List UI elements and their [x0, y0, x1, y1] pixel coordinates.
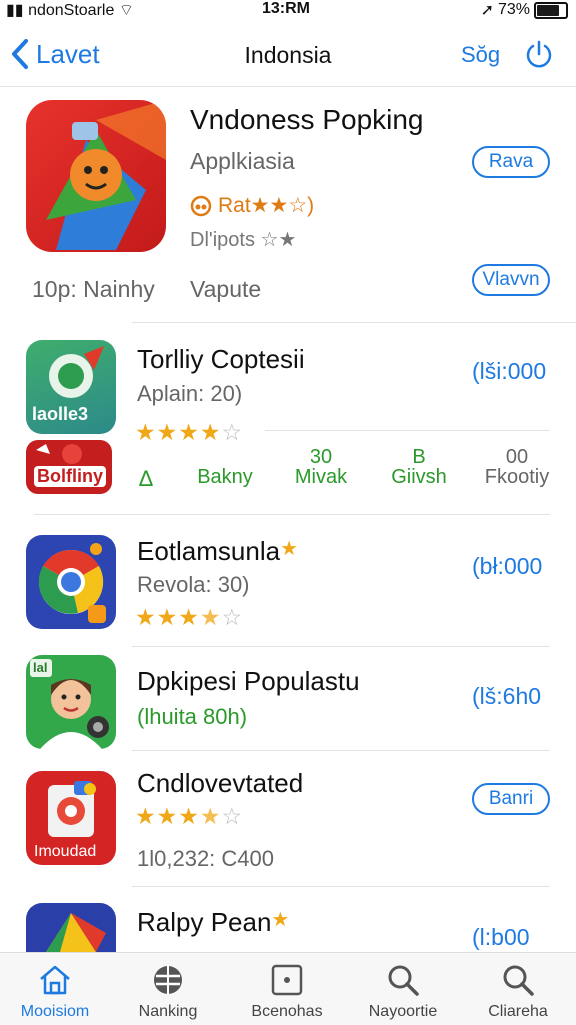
star-icon: ★ [135, 803, 157, 829]
tab-search[interactable]: Nayoortie [348, 953, 458, 1025]
star-rating: ★★★★☆ [135, 419, 243, 446]
star-icon: ★ [135, 604, 157, 630]
row-divider [132, 750, 550, 751]
tab-ranking[interactable]: Nanking [113, 953, 223, 1025]
power-icon[interactable] [524, 39, 554, 69]
battery-icon [534, 1, 568, 19]
app-subtitle: 1l0,232: C400 [137, 846, 274, 871]
featured-app-downloads: Dl'ipots ☆★ [190, 229, 297, 251]
app-name[interactable]: Ralpy Pean★ [137, 907, 289, 938]
app-name[interactable]: Dpkipesi Populastu [137, 666, 360, 697]
featured-app-name[interactable]: Vndoness Popking [190, 104, 424, 136]
app-price-button[interactable]: (lši:000 [472, 358, 546, 385]
tab-browse[interactable]: Bcenohas [232, 953, 342, 1025]
row-divider [265, 430, 550, 431]
featured-app-category: Applkiasia [190, 148, 295, 174]
category-item[interactable]: Bakny [180, 446, 270, 489]
signal-icon: ▮▮ [6, 2, 24, 19]
star-icon: ★ [199, 419, 222, 445]
row-divider [34, 514, 550, 515]
app-subtitle: Aplain: 20) [137, 381, 243, 406]
tab-bar: Mooisiom Nanking Bcenohas Nayoortie Clia… [0, 952, 576, 1025]
star-rating: ★★★★☆ [135, 803, 243, 830]
featured-badge: ★ [280, 538, 299, 560]
app-subtitle: Revola: 30) [137, 572, 250, 597]
app-icon[interactable]: laolle3 [26, 340, 116, 434]
app-price-button[interactable]: (bł:000 [472, 553, 542, 580]
app-name[interactable]: Torlliy Coptesii [137, 344, 305, 375]
star-icon: ★ [178, 803, 200, 829]
app-price-button[interactable]: (lš:6h0 [472, 683, 541, 710]
star-icon: ☆ [221, 803, 244, 829]
star-icon: ☆ [221, 419, 244, 445]
app-name[interactable]: Cndlovevtated [137, 768, 303, 799]
battery-percent: 73% [497, 1, 530, 18]
star-icon: ★ [178, 419, 200, 445]
star-icon: ☆ [221, 604, 244, 630]
featured-meta-left: 10p: Nainhy [32, 276, 155, 302]
app-icon[interactable] [26, 903, 116, 952]
star-icon: ★ [156, 604, 179, 630]
banner-label: Bolfliny [34, 466, 106, 487]
search-icon [503, 965, 534, 996]
featured-divider [132, 322, 576, 323]
category-item[interactable]: B Giivsh [374, 446, 464, 489]
star-icon: ★ [199, 803, 222, 829]
star-icon: ★ [178, 604, 200, 630]
sort-button[interactable]: Sŏg [461, 42, 500, 68]
status-bar: ▮▮ ndonStoarle ⌔ 13:RM ➚ 73% [0, 0, 576, 20]
location-icon: ➚ [480, 2, 494, 19]
search-icon [388, 965, 419, 996]
app-icon-label: lal [33, 660, 48, 675]
star-icon: ★ [156, 419, 179, 445]
featured-meta-right: Vapute [190, 276, 262, 302]
category-item[interactable]: 00 Fkootiy [472, 446, 562, 489]
app-price-button[interactable]: (l:b00 [472, 924, 530, 951]
rating-badge-icon [190, 195, 212, 216]
app-name[interactable]: Eotlamsunla★ [137, 536, 298, 567]
category-banner[interactable]: Bolfliny [26, 440, 112, 494]
star-icon: ★ [199, 604, 222, 630]
app-price-button[interactable]: Banri [472, 783, 550, 815]
wifi-icon: ⌔ [118, 2, 134, 19]
square-dot-icon [271, 964, 303, 996]
carrier-name: ▮▮ ndonStoarle ⌔ [6, 2, 134, 19]
featured-app-icon[interactable] [26, 100, 166, 252]
row-divider [132, 886, 550, 887]
status-right: ➚ 73% [481, 0, 568, 20]
app-icon-label: laolle3 [32, 404, 89, 424]
app-icon[interactable] [26, 535, 116, 629]
globe-icon [154, 966, 182, 994]
star-icon: ★ [156, 803, 179, 829]
star-icon: ★ [135, 419, 157, 445]
star-rating: ★★★★☆ [135, 604, 243, 631]
category-item[interactable]: 30 Mivak [276, 446, 366, 489]
app-icon[interactable]: lal [26, 655, 116, 749]
app-icon-label: Imoudad [34, 843, 97, 860]
row-divider [132, 646, 550, 647]
featured-badge: ★ [271, 909, 290, 931]
status-time: 13:RM [262, 0, 311, 17]
tab-home[interactable]: Mooisiom [0, 953, 110, 1025]
tab-search-alt[interactable]: Cliareha [463, 953, 573, 1025]
app-icon[interactable]: Imoudad [26, 771, 116, 865]
nav-divider [0, 86, 576, 87]
home-icon [40, 965, 70, 995]
category-item[interactable]: Δ [126, 446, 166, 492]
app-subtitle: (lhuita 80h) [137, 704, 248, 729]
featured-get-button[interactable]: Rava [472, 146, 550, 178]
featured-app-rating: Rat★★☆) [190, 193, 314, 218]
featured-view-button[interactable]: Vlavvn [472, 264, 550, 296]
